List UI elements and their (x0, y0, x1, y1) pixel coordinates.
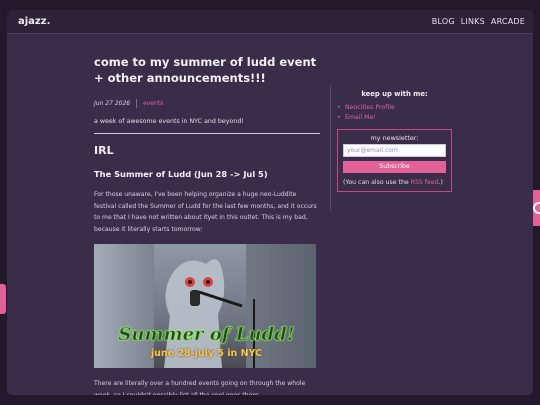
sidebar-link-neocities[interactable]: Neocities Profile (337, 103, 452, 113)
nav-links-link[interactable]: LINKS (461, 17, 485, 26)
sidebar-link-email[interactable]: Email Me! (337, 113, 452, 123)
newsletter-box: my newsletter: your@email.com Subscribe … (337, 129, 452, 192)
post-meta: Jun 27 2026 events (94, 99, 320, 108)
subscribe-button[interactable]: Subscribe (343, 161, 446, 173)
post-content: come to my summer of ludd event + other … (94, 54, 320, 395)
poster-title: Summer of Ludd! (118, 324, 295, 346)
nav-arcade-link[interactable]: ARCADE (491, 17, 525, 26)
keep-up-title: keep up with me: (361, 90, 428, 98)
post-paragraph: For those unaware, I've been helping org… (94, 191, 317, 233)
left-edge-tab[interactable] (0, 284, 6, 314)
event-poster-image: Summer of Ludd! june 28-july 5 in NYC (94, 244, 316, 369)
sidebar: keep up with me: Neocities Profile Email… (337, 90, 452, 192)
rss-suffix: .) (438, 179, 443, 186)
top-bar: ajazz. BLOG LINKS ARCADE (7, 10, 533, 34)
post-date: Jun 27 2026 (94, 100, 131, 107)
meta-divider (136, 99, 138, 108)
post-tag-link[interactable]: events (143, 100, 163, 107)
newsletter-title: my newsletter: (370, 134, 419, 142)
poster-dates: june 28-july 5 in NYC (150, 348, 263, 360)
sidebar-divider (330, 85, 331, 211)
section-heading: IRL (94, 144, 114, 157)
section-divider (94, 133, 320, 134)
rss-prefix: (You can also use the (343, 179, 411, 186)
email-input[interactable]: your@email.com (343, 144, 446, 157)
site-brand[interactable]: ajazz. (18, 16, 50, 27)
nav-blog-link[interactable]: BLOG (432, 17, 455, 26)
rss-note: (You can also use the RSS feed.) (343, 179, 446, 186)
sub-heading: The Summer of Ludd (Jun 28 -> Jul 5) (94, 169, 268, 179)
ring-icon (533, 202, 540, 214)
rss-feed-link[interactable]: RSS feed (411, 179, 439, 186)
post-title: come to my summer of ludd event + other … (94, 55, 317, 85)
post-paragraph-2: There are literally over a hundred event… (94, 380, 306, 395)
main-nav: BLOG LINKS ARCADE (432, 17, 525, 26)
sidebar-links: Neocities Profile Email Me! (337, 103, 452, 123)
page-frame: ajazz. BLOG LINKS ARCADE come to my summ… (7, 10, 533, 395)
post-summary: a week of awesome events in NYC and beyo… (94, 118, 244, 125)
